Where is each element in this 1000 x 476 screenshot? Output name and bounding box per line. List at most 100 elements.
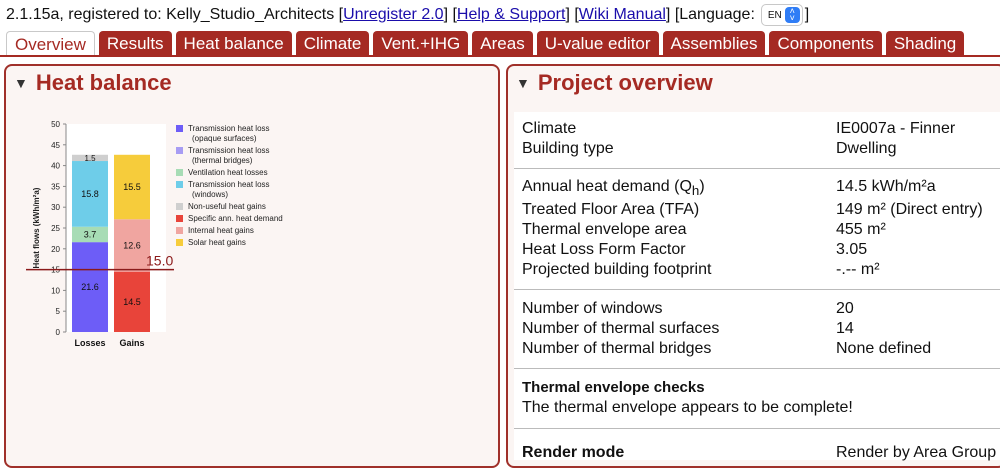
legend-swatch [176, 227, 183, 234]
render-mode-value: Render by Area Group [836, 444, 997, 461]
heat-balance-header[interactable]: ▼ Heat balance [14, 70, 172, 96]
climate-label: Climate [522, 120, 577, 137]
legend-swatch [176, 203, 183, 210]
thermal-surfaces-value: 14 [836, 320, 854, 337]
windows-count-value: 20 [836, 300, 854, 317]
y-tick-label: 50 [51, 120, 60, 129]
thermal-surfaces-label: Number of thermal surfaces [522, 320, 720, 337]
help-support-link[interactable]: Help & Support [457, 6, 566, 24]
legend-swatch [176, 125, 183, 132]
thermal-bridges-value: None defined [836, 340, 932, 357]
form-factor-label: Heat Loss Form Factor [522, 241, 686, 258]
legend-label: Ventilation heat losses [188, 168, 268, 178]
registration-text: 2.1.15a, registered to: Kelly_Studio_Arc… [6, 6, 344, 23]
tab-heat-balance[interactable]: Heat balance [175, 31, 292, 55]
divider [514, 168, 1000, 169]
legend-label-subtext: (windows) [192, 190, 229, 199]
tab-underline [0, 55, 1000, 57]
legend-item: Specific ann. heat demand [176, 214, 283, 224]
thermal-bridges-label: Number of thermal bridges [522, 340, 712, 357]
divider [514, 428, 1000, 429]
building-type-value: Dwelling [836, 140, 897, 157]
tab-shading[interactable]: Shading [885, 31, 965, 55]
legend-swatch [176, 147, 183, 154]
bar-value-label: 3.7 [84, 229, 97, 239]
legend-label: Transmission heat loss (thermal bridges) [188, 146, 270, 166]
heat-balance-title: Heat balance [35, 70, 172, 95]
legend-item: Non-useful heat gains [176, 202, 283, 212]
y-tick-label: 5 [56, 307, 61, 316]
bracket-sep-1: ] [ [443, 6, 457, 23]
legend-label: Internal heat gains [188, 226, 254, 236]
legend-item: Internal heat gains [176, 226, 283, 236]
tab-areas[interactable]: Areas [472, 31, 533, 55]
windows-count-label: Number of windows [522, 300, 663, 317]
bar-value-label: 12.6 [123, 240, 141, 250]
legend-item: Transmission heat loss (windows) [176, 180, 283, 200]
legend-label: Specific ann. heat demand [188, 214, 283, 224]
tab-vent-ihg[interactable]: Vent.+IHG [373, 31, 469, 55]
project-overview-panel: ▼ Project overview Climate IE0007a - Fin… [506, 64, 1000, 468]
bar-value-label: 15.8 [81, 189, 99, 199]
y-tick-label: 30 [51, 203, 60, 212]
legend-label-text: Specific ann. heat demand [188, 214, 283, 223]
legend-swatch [176, 169, 183, 176]
y-tick-label: 25 [51, 224, 60, 233]
legend-label-text: Transmission heat loss [188, 124, 270, 133]
envelope-area-label: Thermal envelope area [522, 221, 687, 238]
tab-assemblies[interactable]: Assemblies [662, 31, 766, 55]
legend-label-subtext: (thermal bridges) [192, 156, 253, 165]
tfa-value: 149 m² (Direct entry) [836, 201, 983, 218]
legend-item: Transmission heat loss (opaque surfaces) [176, 124, 283, 144]
annual-heat-demand-label: Annual heat demand (Qh) [522, 178, 705, 199]
tab-components[interactable]: Components [769, 31, 882, 55]
y-tick-label: 45 [51, 141, 60, 150]
legend-item: Ventilation heat losses [176, 168, 283, 178]
legend-label: Non-useful heat gains [188, 202, 266, 212]
project-overview-header[interactable]: ▼ Project overview [516, 70, 713, 96]
main-tabs: Overview Results Heat balance Climate Ve… [6, 31, 965, 56]
bar-value-label: 21.6 [81, 282, 99, 292]
legend-swatch [176, 181, 183, 188]
y-tick-label: 20 [51, 245, 60, 254]
legend-label-text: Solar heat gains [188, 238, 246, 247]
envelope-checks-text: The thermal envelope appears to be compl… [522, 399, 853, 416]
divider [514, 368, 1000, 369]
climate-value: IE0007a - Finner [836, 120, 956, 137]
tab-overview[interactable]: Overview [6, 31, 95, 56]
bracket-sep-2: ] [ [565, 6, 579, 23]
tab-u-value-editor[interactable]: U-value editor [536, 31, 659, 55]
tab-results[interactable]: Results [98, 31, 172, 55]
collapse-triangle-icon[interactable]: ▼ [516, 75, 530, 91]
render-mode-label: Render mode [522, 444, 625, 461]
legend-label-text: Transmission heat loss [188, 146, 270, 155]
legend-label-subtext: (opaque surfaces) [192, 134, 257, 143]
form-factor-value: 3.05 [836, 241, 868, 258]
legend-label-text: Internal heat gains [188, 226, 254, 235]
y-axis-label: Heat flows (kWh/m²a) [32, 187, 41, 268]
legend-item: Solar heat gains [176, 238, 283, 248]
y-tick-label: 10 [51, 286, 60, 295]
legend-swatch [176, 215, 183, 222]
legend-item: Transmission heat loss (thermal bridges) [176, 146, 283, 166]
bracket-close: ] [804, 6, 810, 23]
chevron-updown-icon: ˄ ˅ [784, 7, 800, 23]
y-tick-label: 40 [51, 162, 60, 171]
collapse-triangle-icon[interactable]: ▼ [14, 75, 28, 91]
unregister-link[interactable]: Unregister 2.0 [343, 6, 444, 24]
legend-label: Transmission heat loss (opaque surfaces) [188, 124, 270, 144]
legend-label-text: Ventilation heat losses [188, 168, 268, 177]
tab-climate[interactable]: Climate [295, 31, 370, 55]
tfa-label: Treated Floor Area (TFA) [522, 201, 700, 218]
category-label: Losses [74, 338, 105, 348]
language-value: EN [767, 9, 782, 21]
heat-demand-limit-label: 15.0 [146, 253, 173, 269]
bar-value-label: 1.5 [84, 154, 96, 163]
envelope-area-value: 455 m² [836, 221, 886, 238]
chart-legend: Transmission heat loss (opaque surfaces) T… [176, 124, 283, 250]
wiki-manual-link[interactable]: Wiki Manual [579, 6, 666, 24]
legend-label-text: Transmission heat loss [188, 180, 270, 189]
language-select[interactable]: EN ˄ ˅ [760, 4, 803, 26]
category-label: Gains [119, 338, 144, 348]
registration-bar: 2.1.15a, registered to: Kelly_Studio_Arc… [6, 4, 809, 26]
